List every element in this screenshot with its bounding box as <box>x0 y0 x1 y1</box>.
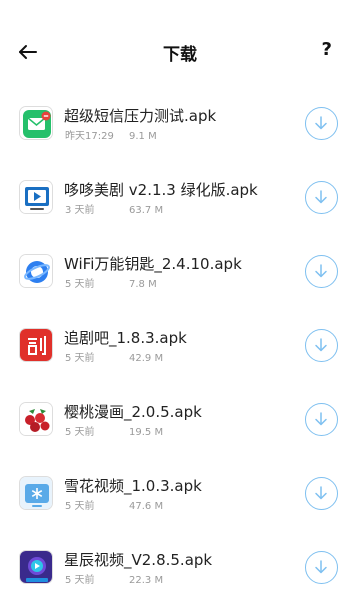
download-button[interactable] <box>305 181 338 214</box>
download-list: 超级短信压力测试.apk 昨天17:29 9.1 M 哆哆美剧 v2.1.3 绿… <box>0 88 360 600</box>
file-size: 22.3 M <box>129 575 164 586</box>
download-item[interactable]: 樱桃漫画_2.0.5.apk 5 天前 19.5 M <box>0 384 360 458</box>
file-name: 哆哆美剧 v2.1.3 绿化版.apk <box>64 181 258 199</box>
file-time: 昨天17:29 <box>65 131 114 142</box>
download-item[interactable]: 超级短信压力测试.apk 昨天17:29 9.1 M <box>0 88 360 162</box>
file-time: 5 天前 <box>65 575 95 586</box>
file-meta: 5 天前 47.6 M <box>65 497 163 512</box>
download-button[interactable] <box>305 403 338 436</box>
download-button[interactable] <box>305 107 338 140</box>
downloads-screen: 下载 ? 超级短信压力测试.apk 昨天17:29 9.1 M 哆哆美剧 v2.… <box>0 0 360 600</box>
download-item[interactable]: 雪花视频_1.0.3.apk 5 天前 47.6 M <box>0 458 360 532</box>
file-time: 5 天前 <box>65 501 95 512</box>
download-button[interactable] <box>305 551 338 584</box>
file-size: 19.5 M <box>129 427 164 438</box>
download-arrow-icon <box>315 338 327 352</box>
snowflake-video-app-icon <box>19 476 53 510</box>
download-arrow-icon <box>315 190 327 204</box>
file-name: 星辰视频_V2.8.5.apk <box>64 551 213 569</box>
download-arrow-icon <box>315 412 327 426</box>
file-meta: 5 天前 42.9 M <box>65 349 163 364</box>
duoduo-tv-app-icon <box>19 180 53 214</box>
download-item[interactable]: WiFi万能钥匙_2.4.10.apk 5 天前 7.8 M <box>0 236 360 310</box>
file-name: WiFi万能钥匙_2.4.10.apk <box>64 255 242 273</box>
file-size: 7.8 M <box>129 279 157 290</box>
download-button[interactable] <box>305 329 338 362</box>
file-name: 追剧吧_1.8.3.apk <box>64 329 187 347</box>
top-bar: 下载 ? <box>0 0 360 100</box>
sms-stress-test-app-icon <box>19 106 53 140</box>
file-meta: 5 天前 7.8 M <box>65 275 157 290</box>
download-item[interactable]: 追剧吧_1.8.3.apk 5 天前 42.9 M <box>0 310 360 384</box>
file-time: 3 天前 <box>65 205 95 216</box>
file-size: 47.6 M <box>129 501 164 512</box>
file-meta: 昨天17:29 9.1 M <box>65 127 157 142</box>
download-button[interactable] <box>305 255 338 288</box>
zhuijuba-app-icon <box>19 328 53 362</box>
file-name: 超级短信压力测试.apk <box>64 107 217 125</box>
file-meta: 5 天前 19.5 M <box>65 423 163 438</box>
download-button[interactable] <box>305 477 338 510</box>
cherry-comic-app-icon <box>19 402 53 436</box>
download-arrow-icon <box>315 116 327 130</box>
download-item[interactable]: 哆哆美剧 v2.1.3 绿化版.apk 3 天前 63.7 M <box>0 162 360 236</box>
file-meta: 3 天前 63.7 M <box>65 201 163 216</box>
file-name: 雪花视频_1.0.3.apk <box>64 477 202 495</box>
file-size: 9.1 M <box>129 131 157 142</box>
file-size: 63.7 M <box>129 205 164 216</box>
file-size: 42.9 M <box>129 353 164 364</box>
download-arrow-icon <box>315 486 327 500</box>
file-meta: 5 天前 22.3 M <box>65 571 163 586</box>
file-name: 樱桃漫画_2.0.5.apk <box>64 403 202 421</box>
star-video-app-icon <box>19 550 53 584</box>
download-arrow-icon <box>315 560 327 574</box>
file-time: 5 天前 <box>65 353 95 364</box>
file-time: 5 天前 <box>65 427 95 438</box>
wifi-key-app-icon <box>19 254 53 288</box>
download-arrow-icon <box>315 264 327 278</box>
download-item[interactable]: 星辰视频_V2.8.5.apk 5 天前 22.3 M <box>0 532 360 600</box>
file-time: 5 天前 <box>65 279 95 290</box>
help-button[interactable]: ? <box>322 39 332 60</box>
page-title: 下载 <box>163 45 197 65</box>
